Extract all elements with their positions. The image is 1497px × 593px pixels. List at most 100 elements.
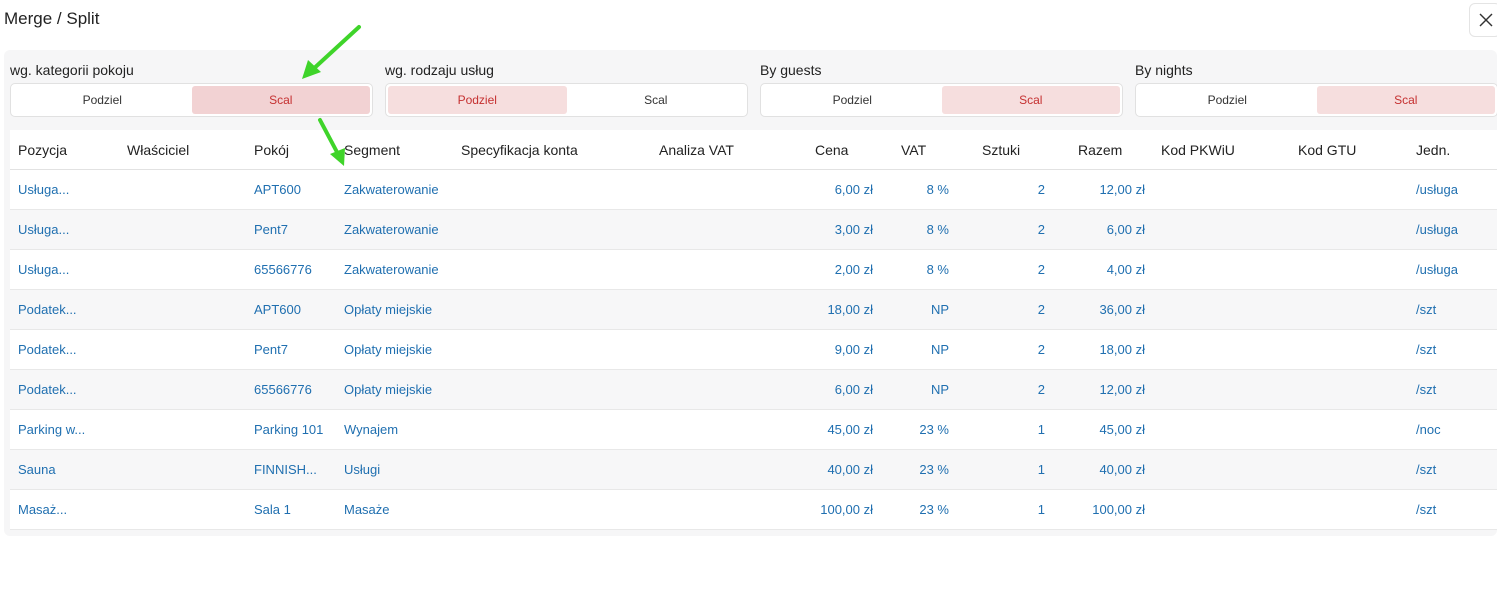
cell-razem[interactable]: 12,00 zł [1099, 170, 1145, 210]
cell-cena[interactable]: 3,00 zł [835, 210, 873, 250]
column-header-vat[interactable]: VAT [901, 130, 926, 170]
cell-jedn[interactable]: /szt [1416, 370, 1436, 410]
cell-jedn[interactable]: /szt [1416, 290, 1436, 330]
split-option[interactable]: Podziel [763, 86, 942, 114]
column-header-pokoj[interactable]: Pokój [254, 130, 289, 170]
cell-pozycja[interactable]: Podatek... [18, 370, 77, 410]
cell-jedn[interactable]: /szt [1416, 490, 1436, 530]
cell-segment[interactable]: Zakwaterowanie [344, 250, 439, 290]
cell-segment[interactable]: Opłaty miejskie [344, 370, 432, 410]
column-header-analiza-vat[interactable]: Analiza VAT [659, 130, 734, 170]
column-header-sztuki[interactable]: Sztuki [982, 130, 1020, 170]
cell-segment[interactable]: Wynajem [344, 410, 398, 450]
merge-option[interactable]: Scal [941, 86, 1120, 114]
cell-pozycja[interactable]: Podatek... [18, 330, 77, 370]
cell-cena[interactable]: 100,00 zł [820, 490, 873, 530]
cell-pokoj[interactable]: Pent7 [254, 330, 288, 370]
table-row[interactable]: Masaż... Sala 1 Masaże 100,00 zł 23 % 1 100,00… [10, 490, 1497, 530]
cell-sztuki[interactable]: 1 [1038, 490, 1045, 530]
cell-jedn[interactable]: /usługa [1416, 250, 1458, 290]
close-button[interactable] [1469, 3, 1497, 37]
cell-pokoj[interactable]: APT600 [254, 170, 301, 210]
column-header-razem[interactable]: Razem [1078, 130, 1122, 170]
split-option[interactable]: Podziel [1138, 86, 1317, 114]
table-row[interactable]: Parking w... Parking 101 Wynajem 45,00 zł 23… [10, 410, 1497, 450]
split-option[interactable]: Podziel [13, 86, 192, 114]
cell-pokoj[interactable]: FINNISH... [254, 450, 317, 490]
cell-cena[interactable]: 18,00 zł [827, 290, 873, 330]
cell-razem[interactable]: 45,00 zł [1099, 410, 1145, 450]
cell-segment[interactable]: Usługi [344, 450, 380, 490]
cell-razem[interactable]: 36,00 zł [1099, 290, 1145, 330]
cell-vat[interactable]: 23 % [919, 410, 949, 450]
cell-jedn[interactable]: /usługa [1416, 210, 1458, 250]
cell-cena[interactable]: 40,00 zł [827, 450, 873, 490]
cell-sztuki[interactable]: 2 [1038, 210, 1045, 250]
merge-option[interactable]: Scal [191, 86, 370, 114]
cell-pozycja[interactable]: Masaż... [18, 490, 67, 530]
cell-vat[interactable]: NP [931, 370, 949, 410]
cell-sztuki[interactable]: 2 [1038, 290, 1045, 330]
cell-razem[interactable]: 6,00 zł [1107, 210, 1145, 250]
cell-cena[interactable]: 6,00 zł [835, 170, 873, 210]
column-header-pozycja[interactable]: Pozycja [18, 130, 67, 170]
cell-vat[interactable]: NP [931, 290, 949, 330]
cell-vat[interactable]: 8 % [927, 170, 949, 210]
cell-sztuki[interactable]: 1 [1038, 410, 1045, 450]
cell-pokoj[interactable]: 65566776 [254, 370, 312, 410]
cell-pozycja[interactable]: Sauna [18, 450, 56, 490]
split-option[interactable]: Podziel [388, 86, 567, 114]
cell-jedn[interactable]: /usługa [1416, 170, 1458, 210]
column-header-wlasciciel[interactable]: Właściciel [127, 130, 189, 170]
cell-pozycja[interactable]: Usługa... [18, 170, 69, 210]
cell-razem[interactable]: 40,00 zł [1099, 450, 1145, 490]
table-row[interactable]: Usługa... APT600 Zakwaterowanie 6,00 zł 8 % 2… [10, 170, 1497, 210]
cell-segment[interactable]: Zakwaterowanie [344, 210, 439, 250]
column-header-jedn[interactable]: Jedn. [1416, 130, 1450, 170]
cell-segment[interactable]: Zakwaterowanie [344, 170, 439, 210]
cell-sztuki[interactable]: 2 [1038, 370, 1045, 410]
table-row[interactable]: Podatek... Pent7 Opłaty miejskie 9,00 zł NP 2… [10, 330, 1497, 370]
column-header-kod-gtu[interactable]: Kod GTU [1298, 130, 1356, 170]
cell-sztuki[interactable]: 2 [1038, 330, 1045, 370]
cell-segment[interactable]: Masaże [344, 490, 390, 530]
merge-option[interactable]: Scal [567, 86, 746, 114]
merge-option[interactable]: Scal [1316, 86, 1495, 114]
cell-pokoj[interactable]: APT600 [254, 290, 301, 330]
cell-razem[interactable]: 18,00 zł [1099, 330, 1145, 370]
table-row[interactable]: Usługa... 65566776 Zakwaterowanie 2,00 zł 8 … [10, 250, 1497, 290]
cell-pozycja[interactable]: Usługa... [18, 250, 69, 290]
table-row[interactable]: Usługa... Pent7 Zakwaterowanie 3,00 zł 8 % 2 6… [10, 210, 1497, 250]
table-row[interactable]: Sauna FINNISH... Usługi 40,00 zł 23 % 1 40,00 … [10, 450, 1497, 490]
cell-cena[interactable]: 45,00 zł [827, 410, 873, 450]
table-row[interactable]: Podatek... APT600 Opłaty miejskie 18,00 zł N… [10, 290, 1497, 330]
cell-razem[interactable]: 12,00 zł [1099, 370, 1145, 410]
cell-vat[interactable]: 23 % [919, 490, 949, 530]
column-header-kod-pkwiu[interactable]: Kod PKWiU [1161, 130, 1235, 170]
cell-razem[interactable]: 4,00 zł [1107, 250, 1145, 290]
cell-vat[interactable]: 23 % [919, 450, 949, 490]
cell-sztuki[interactable]: 2 [1038, 250, 1045, 290]
cell-vat[interactable]: 8 % [927, 250, 949, 290]
table-row[interactable]: Podatek... 65566776 Opłaty miejskie 6,00 zł… [10, 370, 1497, 410]
cell-cena[interactable]: 9,00 zł [835, 330, 873, 370]
cell-jedn[interactable]: /szt [1416, 330, 1436, 370]
column-header-segment[interactable]: Segment [344, 130, 400, 170]
cell-pozycja[interactable]: Podatek... [18, 290, 77, 330]
cell-sztuki[interactable]: 1 [1038, 450, 1045, 490]
cell-pokoj[interactable]: Sala 1 [254, 490, 291, 530]
column-header-cena[interactable]: Cena [815, 130, 848, 170]
cell-jedn[interactable]: /noc [1416, 410, 1441, 450]
column-header-specyfikacja[interactable]: Specyfikacja konta [461, 130, 578, 170]
cell-pozycja[interactable]: Usługa... [18, 210, 69, 250]
cell-segment[interactable]: Opłaty miejskie [344, 290, 432, 330]
cell-vat[interactable]: 8 % [927, 210, 949, 250]
cell-pokoj[interactable]: Pent7 [254, 210, 288, 250]
cell-jedn[interactable]: /szt [1416, 450, 1436, 490]
cell-vat[interactable]: NP [931, 330, 949, 370]
cell-pokoj[interactable]: 65566776 [254, 250, 312, 290]
cell-razem[interactable]: 100,00 zł [1092, 490, 1145, 530]
cell-cena[interactable]: 2,00 zł [835, 250, 873, 290]
cell-pokoj[interactable]: Parking 101 [254, 410, 323, 450]
cell-sztuki[interactable]: 2 [1038, 170, 1045, 210]
